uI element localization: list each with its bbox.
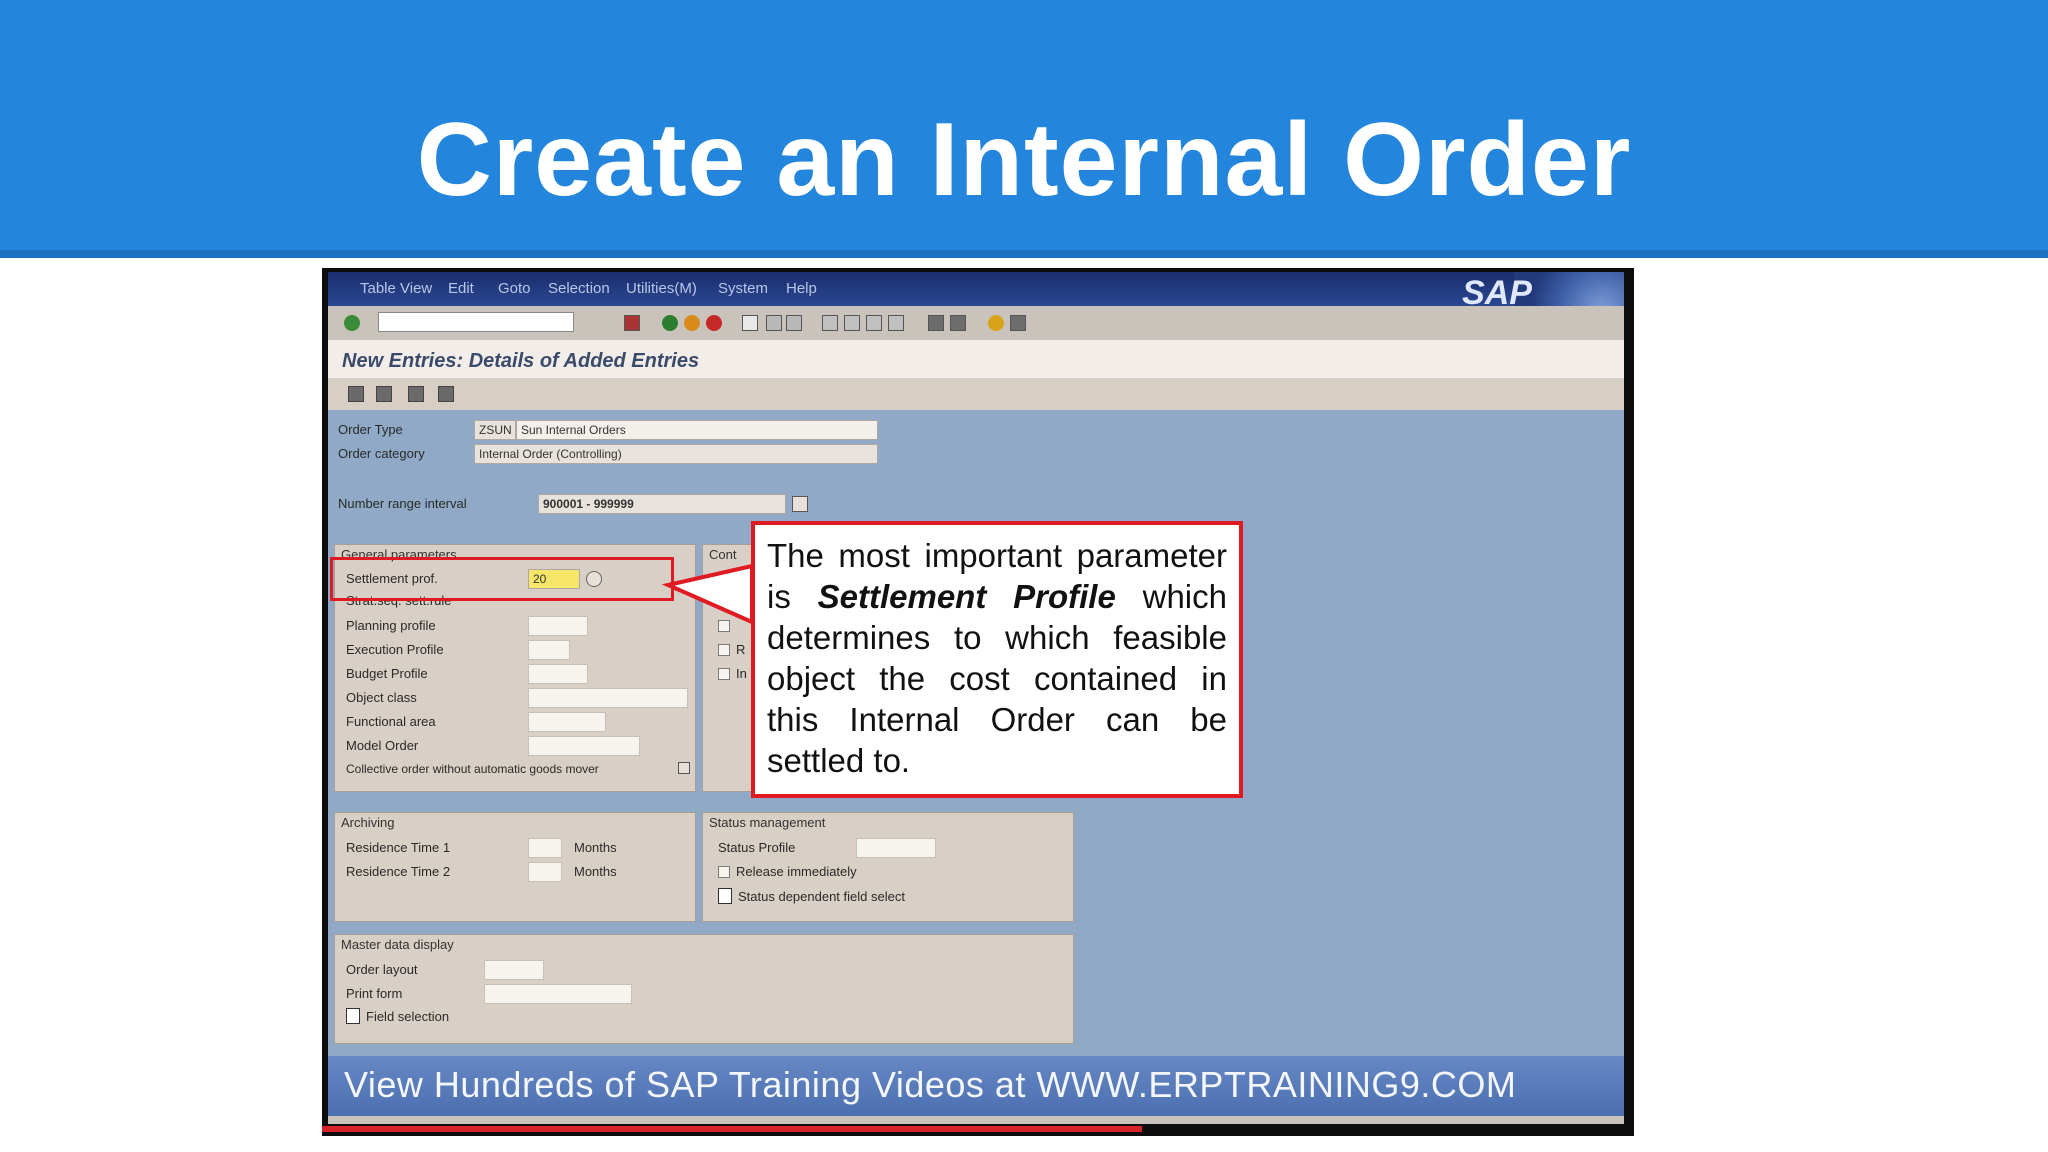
status-dependent-label: Status dependent field select [738, 889, 905, 904]
print-form-label: Print form [346, 986, 403, 1001]
number-range-label: Number range interval [338, 496, 467, 511]
watermark-bar: View Hundreds of SAP Training Videos at … [328, 1056, 1624, 1116]
residence-time-2-field[interactable] [528, 862, 562, 882]
cancel-icon[interactable] [706, 315, 722, 331]
order-type-desc-field: Sun Internal Orders [516, 420, 878, 440]
menu-selection[interactable]: Selection [548, 280, 610, 297]
planning-profile-label: Planning profile [346, 618, 436, 633]
pencil-icon[interactable] [792, 496, 808, 512]
menu-edit[interactable]: Edit [448, 280, 474, 297]
release-immediately-label: Release immediately [736, 864, 857, 879]
menu-help[interactable]: Help [786, 280, 817, 297]
change-display-icon[interactable] [348, 386, 364, 402]
object-class-label: Object class [346, 690, 417, 705]
copy-icon[interactable] [376, 386, 392, 402]
find-next-icon[interactable] [786, 315, 802, 331]
layout-icon[interactable] [1010, 315, 1026, 331]
watermark-text: View Hundreds of SAP Training Videos at … [344, 1064, 1517, 1105]
menu-goto[interactable]: Goto [498, 280, 531, 297]
settlement-profile-callout: The most important parameter is Settleme… [751, 521, 1243, 798]
menu-table-view[interactable]: Table View [360, 280, 432, 297]
master-data-group: Master data display [334, 934, 1074, 1044]
help-icon[interactable] [988, 315, 1004, 331]
previous-page-icon[interactable] [844, 315, 860, 331]
print-icon[interactable] [742, 315, 758, 331]
menu-system[interactable]: System [718, 280, 768, 297]
control-item-label-3: In [736, 666, 747, 681]
settlement-profile-highlight [330, 557, 674, 601]
budget-profile-field[interactable] [528, 664, 588, 684]
next-entry-icon[interactable] [438, 386, 454, 402]
screen-title-bar: New Entries: Details of Added Entries [328, 340, 1624, 378]
object-class-field[interactable] [528, 688, 688, 708]
release-immediately-checkbox[interactable] [718, 866, 730, 878]
planning-profile-field[interactable] [528, 616, 588, 636]
order-layout-field[interactable] [484, 960, 544, 980]
model-order-label: Model Order [346, 738, 419, 753]
sap-status-bar [328, 1116, 1624, 1124]
print-form-field[interactable] [484, 984, 632, 1004]
number-range-field: 900001 - 999999 [538, 494, 786, 514]
execution-profile-label: Execution Profile [346, 642, 444, 657]
archiving-title: Archiving [341, 815, 395, 830]
residence-time-2-label: Residence Time 2 [346, 864, 451, 879]
sap-menubar: Table View Edit Goto Selection Utilities… [328, 272, 1624, 338]
slide-title: Create an Internal Order [416, 102, 1632, 218]
control-checkbox-2[interactable] [718, 644, 730, 656]
budget-profile-label: Budget Profile [346, 666, 428, 681]
field-select-doc-icon[interactable] [718, 888, 732, 904]
save-icon[interactable] [624, 315, 640, 331]
first-page-icon[interactable] [822, 315, 838, 331]
create-session-icon[interactable] [928, 315, 944, 331]
field-selection-doc-icon[interactable] [346, 1008, 360, 1024]
status-profile-label: Status Profile [718, 840, 796, 855]
control-checkbox-3[interactable] [718, 668, 730, 680]
menu-utilities[interactable]: Utilities(M) [626, 280, 697, 297]
residence-time-1-label: Residence Time 1 [346, 840, 451, 855]
last-page-icon[interactable] [888, 315, 904, 331]
order-layout-label: Order layout [346, 962, 418, 977]
field-selection-label: Field selection [366, 1009, 450, 1024]
callout-text: The most important parameter is Settleme… [767, 535, 1227, 781]
status-profile-field[interactable] [856, 838, 936, 858]
order-type-code-field[interactable]: ZSUN [474, 420, 516, 440]
residence-time-2-unit: Months [574, 864, 617, 879]
collective-order-toggle[interactable] [678, 762, 690, 774]
find-icon[interactable] [766, 315, 782, 331]
enter-icon[interactable] [344, 315, 360, 331]
model-order-field[interactable] [528, 736, 640, 756]
residence-time-1-unit: Months [574, 840, 617, 855]
next-page-icon[interactable] [866, 315, 882, 331]
control-group-title: Cont [709, 547, 737, 562]
back-icon[interactable] [662, 315, 678, 331]
functional-area-label: Functional area [346, 714, 436, 729]
execution-profile-field[interactable] [528, 640, 570, 660]
residence-time-1-field[interactable] [528, 838, 562, 858]
master-data-title: Master data display [341, 937, 454, 952]
application-toolbar [328, 378, 1624, 410]
functional-area-field[interactable] [528, 712, 606, 732]
video-progress-bar[interactable] [322, 1126, 1142, 1132]
slide-header: Create an Internal Order [0, 0, 2048, 258]
previous-entry-icon[interactable] [408, 386, 424, 402]
collective-order-label: Collective order without automatic goods… [346, 762, 599, 776]
sap-standard-toolbar [328, 306, 1624, 340]
order-category-label: Order category [338, 446, 425, 461]
control-item-label-2: R [736, 642, 746, 657]
control-checkbox-1[interactable] [718, 620, 730, 632]
order-type-label: Order Type [338, 422, 403, 437]
status-management-title: Status management [709, 815, 826, 830]
callout-text-bold: Settlement Profile [817, 578, 1116, 615]
order-category-field[interactable]: Internal Order (Controlling) [474, 444, 878, 464]
command-field[interactable] [378, 312, 574, 332]
shortcut-icon[interactable] [950, 315, 966, 331]
exit-icon[interactable] [684, 315, 700, 331]
screen-title: New Entries: Details of Added Entries [342, 350, 700, 372]
